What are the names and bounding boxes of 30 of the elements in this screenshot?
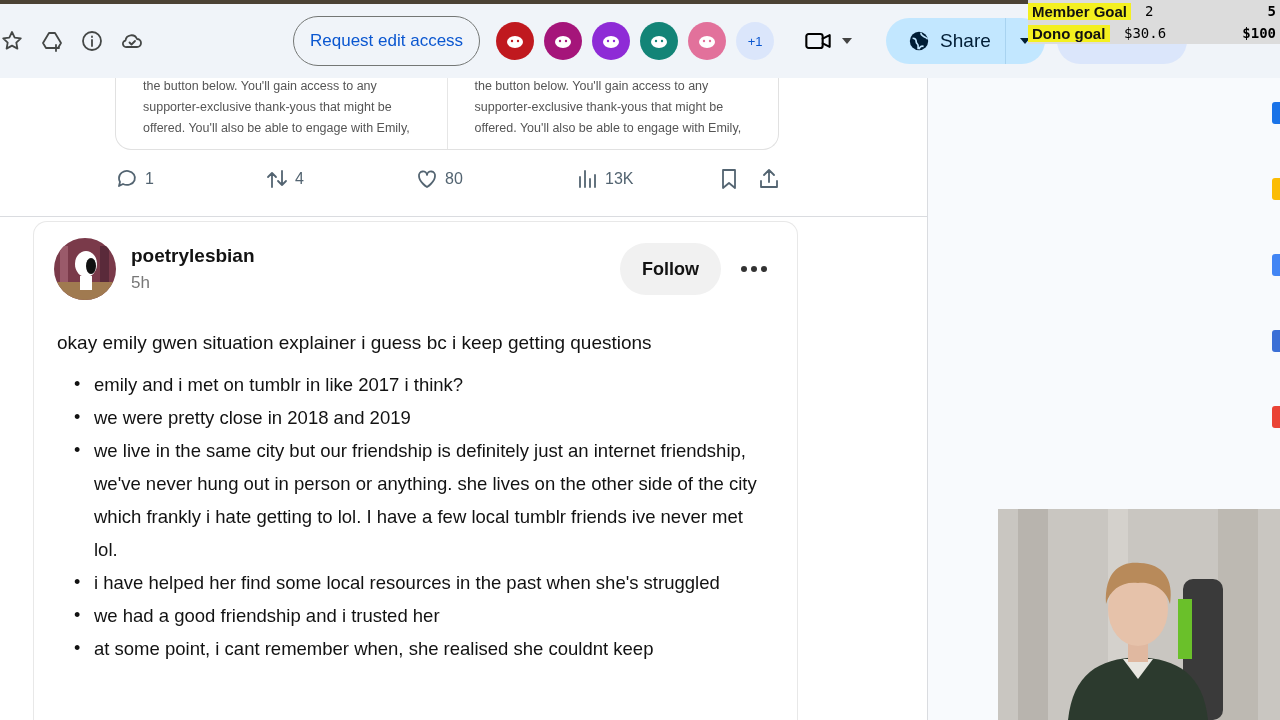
goal-current: $30.6: [1123, 25, 1168, 41]
bullet-item: at some point, i cant remember when, she realised she couldnt keep: [94, 637, 654, 661]
bullet-item: emily and i met on tumblr in like 2017 i think?: [94, 373, 464, 397]
bullet-item: we were pretty close in 2018 and 2019: [94, 406, 411, 430]
bullet-marker: •: [74, 604, 82, 627]
bullet-item: we had a good friendship and i trusted her: [94, 604, 440, 628]
card-text: the button below. You'll gain access to any: [143, 78, 378, 94]
card-text: offered. You'll also be able to engage with Emily,: [474, 120, 743, 136]
goal-label: Dono goal: [1028, 24, 1110, 42]
reply-count: 1: [145, 170, 154, 188]
card-text: supporter-exclusive thank-yous that might be: [143, 99, 393, 115]
bullet-marker: •: [74, 439, 82, 462]
bullet-item: we live in the same city but our friendship is definitely just an internet friendship, we've never hung out in person or anything. she lives on the other side of the city which frankly i hate getting to lol. I have a few local tumblr friends ive never met lol.: [94, 439, 758, 562]
goal-current: 2: [1144, 3, 1155, 19]
bullet-marker: •: [74, 406, 82, 429]
bullet-marker: •: [74, 373, 82, 396]
view-count: 13K: [605, 170, 634, 188]
card-text: offered. You'll also be able to engage with Emily,: [143, 120, 411, 136]
bullet-item: i have helped her find some local resources in the past when she's struggled: [94, 571, 720, 595]
goal-target: 5: [1267, 3, 1277, 19]
bullet-marker: •: [74, 571, 82, 594]
goal-target: $100: [1242, 25, 1277, 41]
post-time: 5h: [131, 273, 151, 293]
post-text: okay emily gwen situation explainer i guess bc i keep getting questions: [57, 331, 653, 355]
goal-label: Member Goal: [1028, 2, 1132, 20]
repost-count: 4: [295, 170, 304, 188]
card-text: the button below. You'll gain access to any: [474, 78, 710, 94]
bullet-marker: •: [74, 637, 82, 660]
card-text: supporter-exclusive thank-yous that might be: [474, 99, 725, 115]
like-count: 80: [445, 170, 463, 188]
